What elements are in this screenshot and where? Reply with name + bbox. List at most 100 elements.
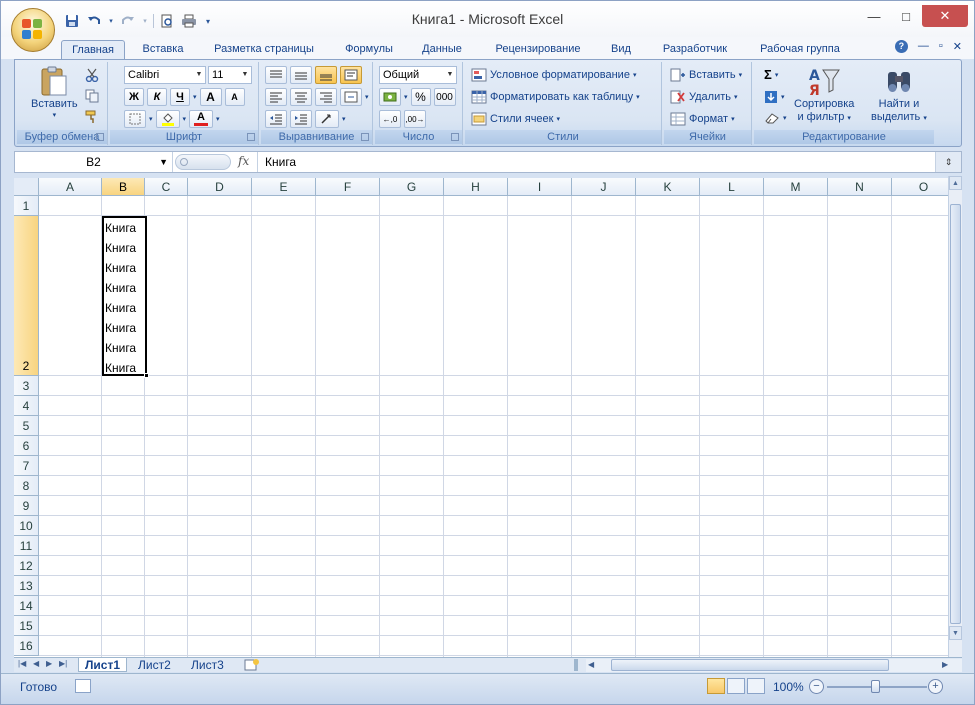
column-header-k[interactable]: K	[636, 178, 700, 196]
ribbon-minimize-icon[interactable]: —	[918, 40, 929, 53]
font-name-combo[interactable]: Calibri ▼	[124, 66, 206, 84]
fill-handle[interactable]	[144, 373, 149, 378]
underline-button[interactable]: Ч	[170, 88, 190, 106]
fill-color-icon[interactable]	[155, 110, 180, 128]
column-header-d[interactable]: D	[188, 178, 252, 196]
row-header-16[interactable]: 16	[14, 636, 39, 656]
tab-insert[interactable]: Вставка	[134, 40, 192, 59]
tab-workgroup[interactable]: Рабочая группа	[750, 40, 850, 59]
tab-view[interactable]: Вид	[603, 40, 639, 59]
maximize-button[interactable]: □	[890, 5, 922, 27]
column-header-i[interactable]: I	[508, 178, 572, 196]
office-button[interactable]	[11, 8, 55, 52]
clipboard-launcher-icon[interactable]	[96, 133, 104, 141]
increase-decimal-icon[interactable]: ←,0	[379, 110, 401, 128]
row-header-11[interactable]: 11	[14, 536, 39, 556]
row-header-3[interactable]: 3	[14, 376, 39, 396]
autosum-button[interactable]: Σ ▾	[764, 67, 778, 82]
underline-dropdown-icon[interactable]: ▾	[193, 93, 197, 101]
insert-function-icon[interactable]: fx	[238, 154, 249, 168]
borders-dropdown-icon[interactable]: ▾	[149, 115, 153, 123]
row-header-6[interactable]: 6	[14, 436, 39, 456]
row-header-1[interactable]: 1	[14, 196, 39, 216]
macro-record-icon[interactable]	[75, 679, 91, 693]
column-header-f[interactable]: F	[316, 178, 380, 196]
scroll-right-icon[interactable]: ▶	[942, 660, 948, 669]
column-header-m[interactable]: M	[764, 178, 828, 196]
orientation-dropdown-icon[interactable]: ▾	[342, 115, 346, 123]
tab-home[interactable]: Главная	[61, 40, 125, 59]
currency-dropdown-icon[interactable]: ▾	[404, 93, 408, 101]
decrease-decimal-icon[interactable]: ,00→	[404, 110, 426, 128]
sheet-tab-1[interactable]: Лист1	[78, 658, 128, 672]
copy-icon[interactable]	[85, 89, 99, 103]
scroll-up-icon[interactable]: ▲	[949, 176, 962, 190]
cut-icon[interactable]	[85, 68, 99, 82]
wrap-text-icon[interactable]	[340, 66, 362, 84]
horizontal-scroll-thumb[interactable]	[611, 659, 889, 671]
borders-icon[interactable]	[124, 110, 146, 128]
sheet-tab-2[interactable]: Лист2	[138, 658, 171, 672]
chevron-down-icon[interactable]: ▼	[193, 67, 205, 83]
row-header-13[interactable]: 13	[14, 576, 39, 596]
clear-button[interactable]: ▾	[764, 112, 787, 124]
bold-button[interactable]: Ж	[124, 88, 144, 106]
merge-dropdown-icon[interactable]: ▾	[365, 93, 369, 101]
font-color-icon[interactable]: A	[189, 110, 214, 128]
fill-button[interactable]: ▾	[764, 90, 785, 104]
merge-center-icon[interactable]	[340, 88, 362, 106]
last-sheet-icon[interactable]: ▶|	[59, 659, 67, 668]
font-launcher-icon[interactable]	[247, 133, 255, 141]
zoom-slider-knob[interactable]	[871, 680, 880, 693]
row-header-4[interactable]: 4	[14, 396, 39, 416]
insert-sheet-icon[interactable]	[244, 658, 260, 672]
row-header-7[interactable]: 7	[14, 456, 39, 476]
column-header-o[interactable]: O	[892, 178, 948, 196]
vertical-scroll-thumb[interactable]	[950, 204, 961, 624]
insert-cells-button[interactable]: Вставить ▾	[670, 68, 742, 82]
column-header-l[interactable]: L	[700, 178, 764, 196]
format-as-table-button[interactable]: Форматировать как таблицу ▾	[471, 90, 640, 104]
grow-font-button[interactable]: A	[199, 88, 222, 106]
page-break-view-icon[interactable]	[747, 678, 765, 694]
vertical-scrollbar[interactable]: ▲ ▼	[948, 176, 962, 658]
zoom-level[interactable]: 100%	[773, 680, 804, 694]
scroll-left-icon[interactable]: ◀	[588, 660, 594, 669]
number-launcher-icon[interactable]	[451, 133, 459, 141]
column-header-g[interactable]: G	[380, 178, 444, 196]
column-header-n[interactable]: N	[828, 178, 892, 196]
help-icon[interactable]: ?	[894, 40, 908, 53]
formula-input[interactable]: Книга	[265, 152, 296, 172]
first-sheet-icon[interactable]: |◀	[18, 659, 26, 668]
column-header-a[interactable]: A	[39, 178, 102, 196]
row-header-15[interactable]: 15	[14, 616, 39, 636]
font-color-dropdown-icon[interactable]: ▾	[216, 115, 220, 123]
align-middle-icon[interactable]	[290, 66, 312, 84]
name-box[interactable]: B2 ▼	[15, 152, 173, 172]
ribbon-restore-icon[interactable]: ▫	[939, 40, 943, 53]
worksheet-grid[interactable]: ABCDEFGHIJKLMNO 1 2 3 4 5 6 7 8 9 10 11 12 13 14 15 16 …	[14, 178, 948, 657]
decrease-indent-icon[interactable]	[265, 110, 287, 128]
chevron-down-icon[interactable]: ▼	[444, 67, 456, 83]
scroll-down-icon[interactable]: ▼	[949, 626, 962, 640]
format-painter-icon[interactable]	[85, 110, 99, 124]
sheet-tab-3[interactable]: Лист3	[191, 658, 224, 672]
align-bottom-icon[interactable]	[315, 66, 337, 84]
column-header-c[interactable]: C	[145, 178, 188, 196]
row-header-5[interactable]: 5	[14, 416, 39, 436]
horizontal-scrollbar[interactable]: ◀ ▶	[586, 659, 962, 672]
align-top-icon[interactable]	[265, 66, 287, 84]
fill-dropdown-icon[interactable]: ▾	[183, 115, 187, 123]
paste-dropdown-icon[interactable]: ▾	[53, 111, 57, 119]
name-box-dropdown-icon[interactable]: ▼	[159, 152, 168, 172]
page-layout-view-icon[interactable]	[727, 678, 745, 694]
row-header-8[interactable]: 8	[14, 476, 39, 496]
tab-data[interactable]: Данные	[413, 40, 471, 59]
row-header-9[interactable]: 9	[14, 496, 39, 516]
tab-formulas[interactable]: Формулы	[337, 40, 401, 59]
normal-view-icon[interactable]	[707, 678, 725, 694]
percent-button[interactable]: %	[410, 88, 431, 106]
tab-review[interactable]: Рецензирование	[484, 40, 592, 59]
cell-styles-button[interactable]: Стили ячеек ▾	[471, 112, 560, 126]
close-button[interactable]: ✕	[922, 5, 968, 27]
